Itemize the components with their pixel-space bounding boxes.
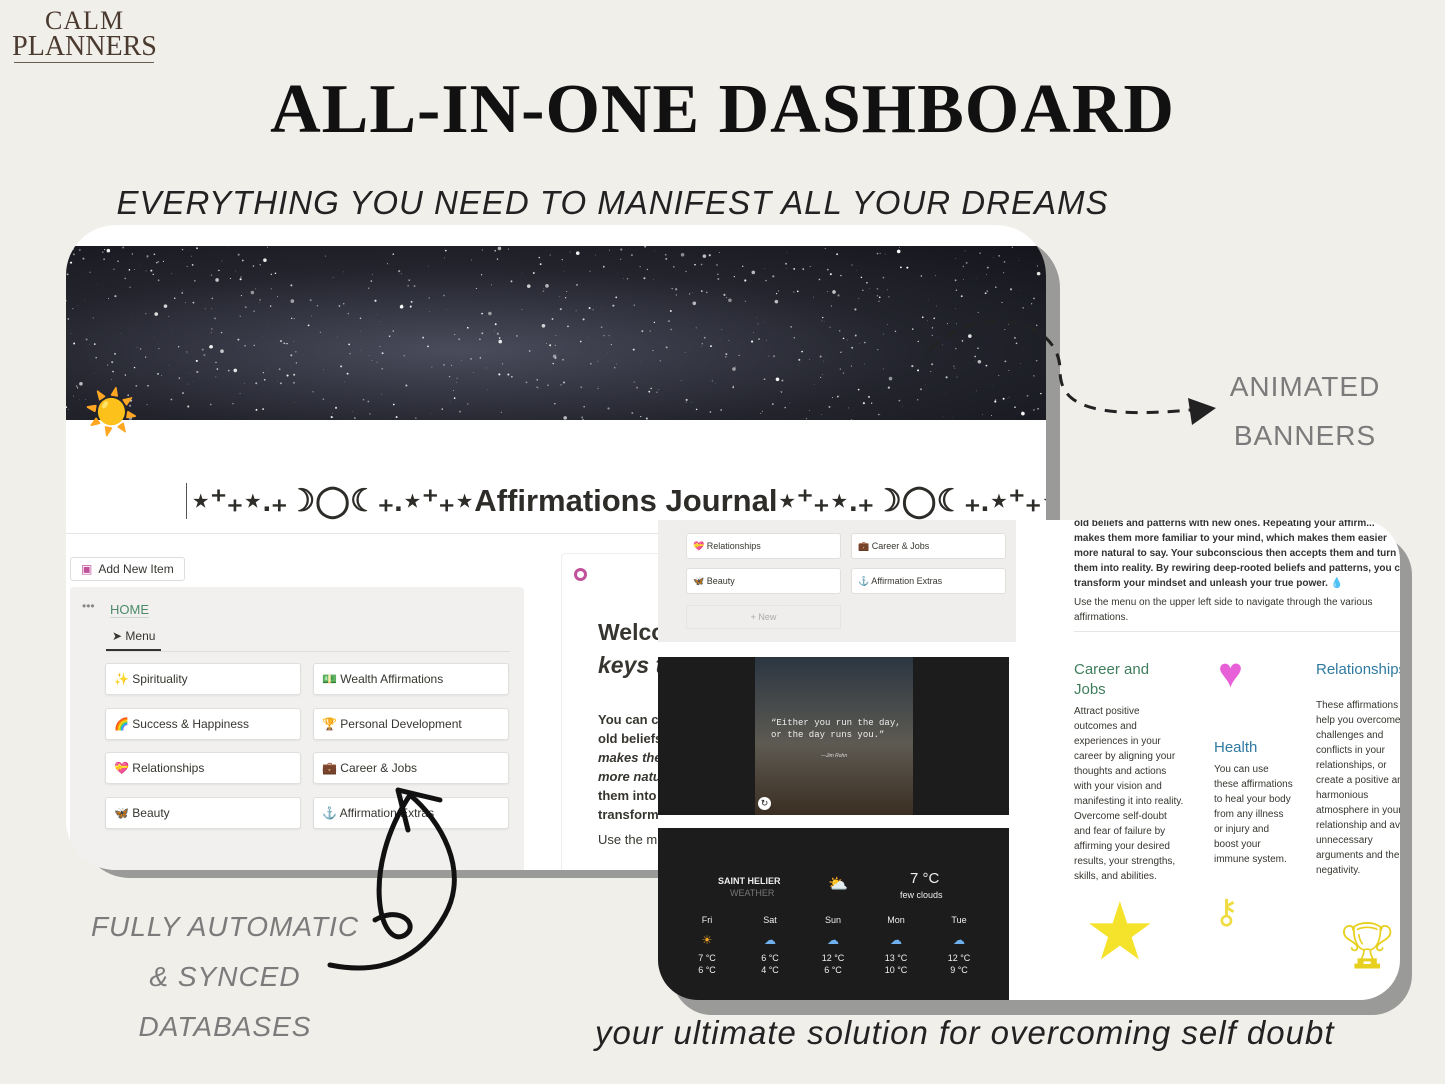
arrowhead-icon xyxy=(1188,398,1216,425)
tagline: your ultimate solution for overcoming se… xyxy=(595,1014,1335,1051)
arrows xyxy=(327,319,1216,971)
dashed-arrow-icon xyxy=(928,319,1191,415)
curly-arrow-icon xyxy=(327,792,457,971)
